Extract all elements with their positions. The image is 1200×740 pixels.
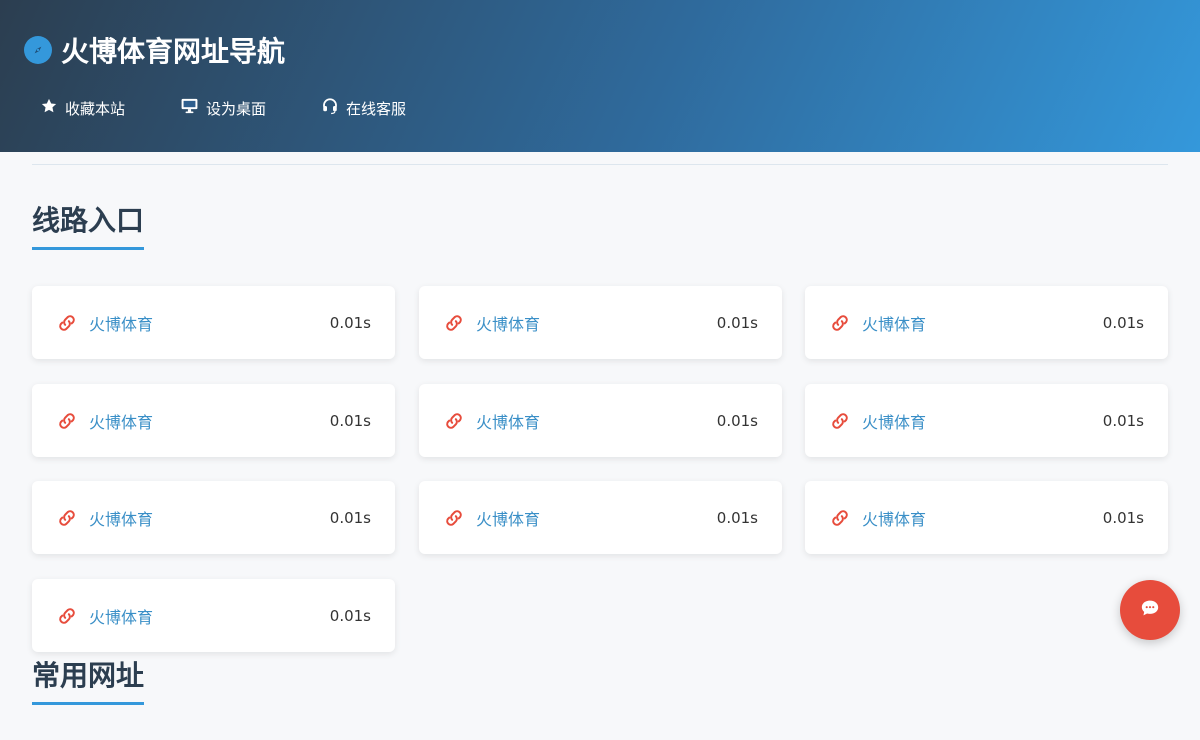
latency-value: 0.01s	[1102, 508, 1144, 527]
link-card[interactable]: 火博体育 0.01s	[32, 384, 395, 457]
latency-value: 0.01s	[329, 606, 371, 625]
site-header: 火博体育网址导航 收藏本站 设为桌面 在线客服	[0, 0, 1200, 152]
nav-label: 收藏本站	[65, 99, 126, 118]
link-icon	[443, 312, 465, 334]
chat-icon	[1140, 599, 1160, 621]
section-title-common: 常用网址	[32, 658, 145, 705]
chat-button[interactable]	[1120, 580, 1180, 640]
site-title: 火博体育网址导航	[61, 35, 286, 68]
link-name: 火博体育	[89, 607, 154, 627]
latency-value: 0.01s	[329, 411, 371, 430]
latency-value: 0.01s	[1102, 313, 1144, 332]
link-icon	[443, 507, 465, 529]
link-name: 火博体育	[862, 412, 927, 432]
star-icon	[40, 97, 65, 119]
link-name: 火博体育	[89, 509, 154, 529]
brand[interactable]: 火博体育网址导航	[24, 30, 285, 70]
link-icon	[829, 312, 851, 334]
link-icon	[829, 410, 851, 432]
latency-value: 0.01s	[1102, 411, 1144, 430]
latency-value: 0.01s	[716, 313, 758, 332]
link-icon	[56, 605, 78, 627]
link-name: 火博体育	[862, 314, 927, 334]
nav-label: 在线客服	[346, 99, 407, 118]
link-icon	[56, 410, 78, 432]
header-nav: 收藏本站 设为桌面 在线客服	[40, 94, 461, 122]
headset-icon	[321, 97, 346, 119]
nav-support[interactable]: 在线客服	[321, 97, 406, 119]
nav-desktop[interactable]: 设为桌面	[180, 97, 266, 119]
link-card[interactable]: 火博体育 0.01s	[32, 579, 395, 652]
divider	[32, 164, 1168, 165]
latency-value: 0.01s	[329, 508, 371, 527]
link-card[interactable]: 火博体育 0.01s	[805, 384, 1168, 457]
latency-value: 0.01s	[716, 508, 758, 527]
link-icon	[56, 507, 78, 529]
link-icon	[829, 507, 851, 529]
latency-value: 0.01s	[329, 313, 371, 332]
nav-label: 设为桌面	[206, 99, 267, 118]
link-name: 火博体育	[476, 412, 541, 432]
section-title-entry: 线路入口	[32, 203, 145, 250]
desktop-icon	[180, 97, 206, 119]
link-card[interactable]: 火博体育 0.01s	[805, 286, 1168, 359]
link-card[interactable]: 火博体育 0.01s	[419, 286, 782, 359]
link-card[interactable]: 火博体育 0.01s	[32, 481, 395, 554]
link-card[interactable]: 火博体育 0.01s	[805, 481, 1168, 554]
link-name: 火博体育	[862, 509, 927, 529]
link-name: 火博体育	[476, 509, 541, 529]
compass-icon	[24, 36, 52, 64]
link-card[interactable]: 火博体育 0.01s	[32, 286, 395, 359]
latency-value: 0.01s	[716, 411, 758, 430]
link-name: 火博体育	[89, 412, 154, 432]
link-icon	[443, 410, 465, 432]
nav-bookmark[interactable]: 收藏本站	[40, 97, 125, 119]
link-name: 火博体育	[476, 314, 541, 334]
link-card[interactable]: 火博体育 0.01s	[419, 481, 782, 554]
link-card[interactable]: 火博体育 0.01s	[419, 384, 782, 457]
link-icon	[56, 312, 78, 334]
link-name: 火博体育	[89, 314, 154, 334]
